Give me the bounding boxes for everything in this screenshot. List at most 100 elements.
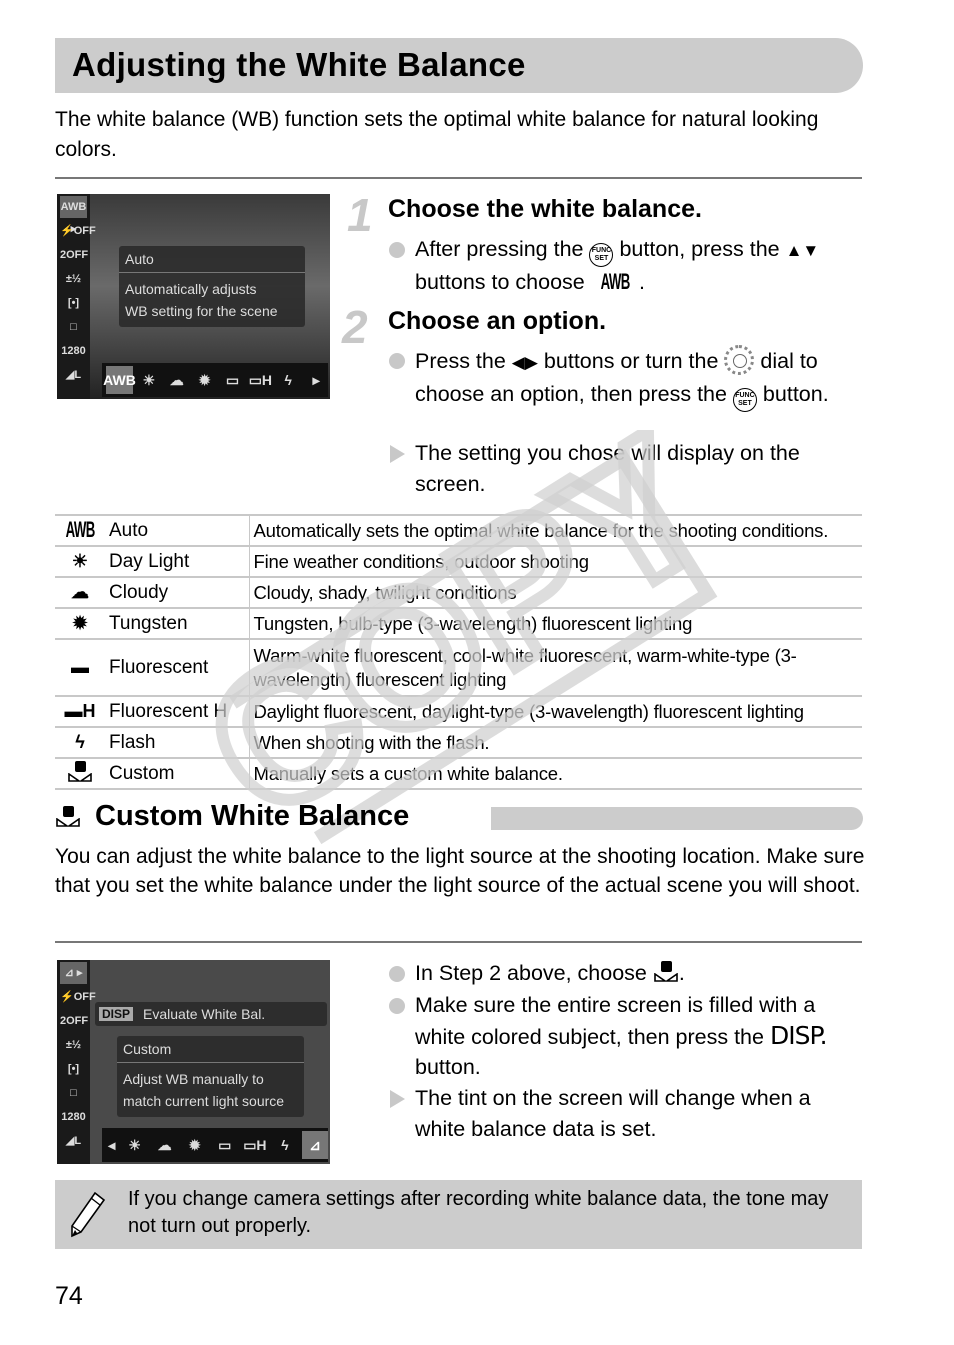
pencil-icon (71, 1191, 106, 1238)
panel-desc-line2: WB setting for the scene (125, 303, 278, 319)
custom-bullet-3: The tint on the screen will change when … (388, 1083, 858, 1144)
screen-wb-selector: AWB ☀ ☁ ✹ ▭ ▭H ϟ ▸ (102, 363, 328, 397)
chevron-left-icon: ◂ (108, 1136, 116, 1153)
wb-mode-name: Auto (105, 514, 250, 547)
flash-icon: ϟ (281, 1137, 289, 1153)
bullet-circle-icon (389, 353, 405, 369)
page-title: Adjusting the White Balance (72, 46, 526, 83)
result-triangle-icon (390, 1090, 405, 1108)
custom-wb-icon (55, 805, 81, 828)
step-number-1: 1 (347, 189, 373, 241)
flash-icon: ϟ (75, 731, 85, 752)
step-number-2: 2 (342, 301, 368, 353)
fluorescent-h-icon: ▭H (248, 371, 273, 388)
result-triangle-icon (390, 445, 405, 463)
side-icon-metering: [•] (67, 1063, 80, 1075)
left-right-arrows-icon: ◀▶ (511, 353, 538, 372)
awb-icon: AWB (65, 516, 95, 542)
custom-bullet-2: Make sure the entire screen is filled wi… (388, 990, 858, 1083)
daylight-icon: ☀ (71, 550, 89, 571)
cloudy-icon: ☁ (169, 371, 184, 388)
side-icon-resolution: 1280 (61, 1111, 86, 1123)
fluorescent-h-icon: ▬H (64, 700, 96, 721)
bullet-circle-icon (389, 242, 405, 258)
custom-wb-icon: ⊿ (301, 1131, 329, 1159)
chevron-right-icon: ▸ (312, 371, 320, 388)
table-row: ▬H Fluorescent H Daylight fluorescent, day… (55, 695, 862, 728)
custom-wb-intro: You can adjust the white balance to the … (55, 845, 865, 897)
table-row: Custom Manually sets a custom white balan… (55, 757, 862, 790)
side-icon-drive: □ (70, 321, 77, 333)
awb-icon: AWB (600, 269, 630, 294)
table-row: ☀ Day Light Fine weather conditions, outdo… (55, 545, 862, 578)
fluorescent-icon: ▭ (225, 371, 240, 388)
wb-mode-description: Daylight fluorescent, daylight-type (3-w… (249, 695, 862, 728)
side-icon-resolution: 1280 (61, 345, 86, 357)
step-1-bullet: After pressing the FUNC SET button, press… (388, 234, 858, 298)
flash-icon: ϟ (284, 372, 292, 388)
cloudy-icon: ☁ (71, 581, 89, 602)
func-set-button-icon: FUNC SET (589, 243, 614, 267)
side-icon-exposure: ±½ (65, 1039, 82, 1051)
screen-side-menu: ⊿ ▸ ⚡OFF 2OFF ±½ [•] □ 1280 ◢L (57, 960, 96, 1164)
bullet-circle-icon (389, 966, 405, 982)
side-icon-flash-off: ⚡OFF (60, 225, 96, 237)
step-2-bullet-2: The setting you chose will display on th… (388, 438, 858, 499)
tungsten-icon: ✹ (72, 612, 88, 633)
wb-mode-name: Custom (105, 757, 250, 790)
wb-mode-name: Tungsten (105, 607, 250, 640)
table-row: ▬ Fluorescent Warm-white fluorescent, cool… (55, 638, 862, 697)
wb-mode-description: Warm-white fluorescent, cool-white fluor… (249, 638, 862, 697)
side-icon-drive: □ (70, 1087, 77, 1099)
screen-side-menu: AWB ▸ ⚡OFF 2OFF ±½ [•] □ 1280 ◢L (57, 194, 96, 399)
wb-mode-description: Tungsten, bulb-type (3-wavelength) fluor… (249, 607, 862, 640)
bullet-circle-icon (389, 998, 405, 1014)
note-text: If you change camera settings after reco… (128, 1188, 829, 1237)
table-row: ☁ Cloudy Cloudy, shady, twilight condition… (55, 576, 862, 609)
screen-wb-selector: ◂ ☀ ☁ ✹ ▭ ▭H ϟ ⊿ (102, 1128, 329, 1162)
wb-mode-name: Cloudy (105, 576, 250, 609)
fluorescent-icon: ▬ (71, 656, 89, 677)
disp-button-label: DISP (99, 1007, 134, 1021)
side-icon-wb: AWB ▸ (60, 196, 87, 235)
wb-mode-description: Cloudy, shady, twilight conditions (249, 576, 862, 609)
wb-mode-description: Automatically sets the optimal white bal… (249, 514, 862, 547)
wb-mode-name: Day Light (105, 545, 250, 578)
evaluate-wb-bar: DISP Evaluate White Bal. (95, 1002, 327, 1026)
wb-mode-name: Fluorescent (105, 638, 250, 697)
wb-mode-description: Manually sets a custom white balance. (249, 757, 862, 790)
daylight-icon: ☀ (142, 371, 156, 388)
note-box: If you change camera settings after reco… (55, 1180, 862, 1249)
disp-button-icon: DISP. (769, 1020, 828, 1050)
side-icon-timer: 2OFF (60, 1015, 89, 1027)
intro-text: The white balance (WB) function sets the… (55, 108, 819, 161)
fluorescent-icon: ▭ (218, 1136, 232, 1153)
awb-icon: AWB (103, 366, 136, 394)
custom-bullet-1: In Step 2 above, choose . (388, 958, 858, 989)
step-2-title: Choose an option. (388, 307, 607, 335)
panel-title: Custom (117, 1036, 304, 1063)
table-row: ✹ Tungsten Tungsten, bulb-type (3-waveleng… (55, 607, 862, 640)
side-icon-exposure: ±½ (65, 273, 82, 285)
side-icon-quality: ◢L (65, 369, 82, 381)
screen-info-panel: Custom Adjust WB manually to match curre… (117, 1036, 304, 1117)
custom-wb-icon (653, 961, 679, 983)
panel-title: Auto (119, 246, 305, 273)
side-icon-timer: 2OFF (60, 249, 89, 261)
screen-info-panel: Auto Automatically adjusts WB setting fo… (119, 246, 305, 327)
camera-screen-auto: AWB ▸ ⚡OFF 2OFF ±½ [•] □ 1280 ◢L Auto Au… (57, 194, 330, 399)
func-set-button-icon: FUNC SET (732, 387, 757, 412)
wb-mode-name: Fluorescent H (105, 695, 250, 728)
camera-screen-custom: ⊿ ▸ ⚡OFF 2OFF ±½ [•] □ 1280 ◢L DISP Eval… (57, 960, 330, 1164)
wb-mode-description: When shooting with the flash. (249, 726, 862, 759)
side-icon-flash-off: ⚡OFF (60, 991, 96, 1003)
divider (55, 177, 862, 179)
page-number: 74 (55, 1282, 83, 1310)
control-dial-icon (724, 345, 755, 375)
daylight-icon: ☀ (128, 1136, 141, 1153)
wb-mode-description: Fine weather conditions, outdoor shootin… (249, 545, 862, 578)
step-1-title: Choose the white balance. (388, 195, 702, 223)
white-balance-table: AWB Auto Automatically sets the optimal wh… (55, 514, 862, 790)
cloudy-icon: ☁ (157, 1136, 172, 1153)
custom-icon (67, 761, 93, 783)
